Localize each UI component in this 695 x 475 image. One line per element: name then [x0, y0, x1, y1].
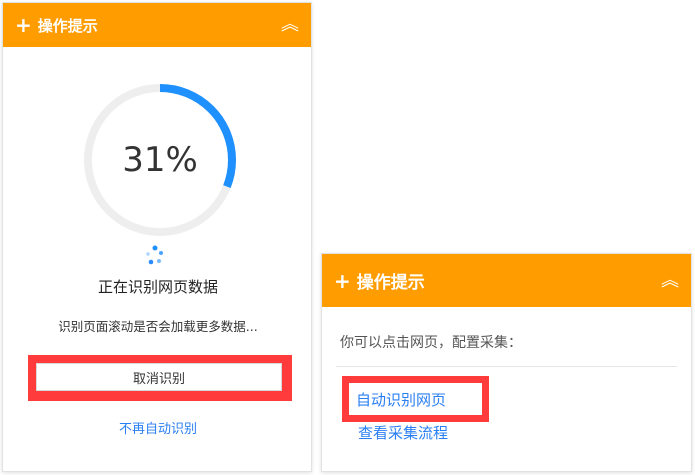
cancel-recognition-button[interactable]: 取消识别	[36, 363, 282, 391]
right-panel-header: + 操作提示 ︽	[322, 254, 691, 307]
right-panel-title: 操作提示	[356, 273, 425, 293]
disable-auto-recognition-link[interactable]: 不再自动识别	[3, 418, 313, 437]
plus-icon: +	[15, 13, 32, 37]
status-subtitle: 识别页面滚动是否会加载更多数据...	[58, 319, 258, 334]
right-tip-panel: + 操作提示 ︽ 你可以点击网页，配置采集： 自动识别网页 查看采集流程	[321, 253, 692, 472]
left-panel-header: + 操作提示 ︽	[3, 3, 311, 47]
right-header-title-group: + 操作提示	[334, 268, 425, 294]
config-hint-text: 你可以点击网页，配置采集：	[340, 335, 522, 351]
status-title: 正在识别网页数据	[97, 278, 218, 296]
left-header-title-group: + 操作提示	[15, 15, 98, 36]
view-collection-flow-link[interactable]: 查看采集流程	[358, 422, 448, 443]
plus-icon: +	[334, 268, 351, 293]
loading-spinner-icon	[146, 245, 163, 265]
auto-recognize-highlight-box: 自动识别网页	[342, 376, 489, 422]
progress-ring: 31%	[81, 81, 239, 239]
left-panel-title: 操作提示	[37, 16, 98, 35]
cancel-highlight-box: 取消识别	[28, 355, 292, 401]
auto-recognize-container: 自动识别网页	[349, 383, 482, 415]
chevron-double-up-icon[interactable]: ︽	[661, 271, 679, 290]
divider	[336, 366, 677, 367]
progress-percent: 31%	[122, 140, 198, 180]
chevron-double-up-icon[interactable]: ︽	[281, 16, 299, 34]
left-tip-panel: + 操作提示 ︽ 31% 正在识别网页数据 识别页面滚动是否会加载更多数据...…	[2, 2, 312, 472]
auto-recognize-webpage-link[interactable]: 自动识别网页	[356, 389, 446, 410]
